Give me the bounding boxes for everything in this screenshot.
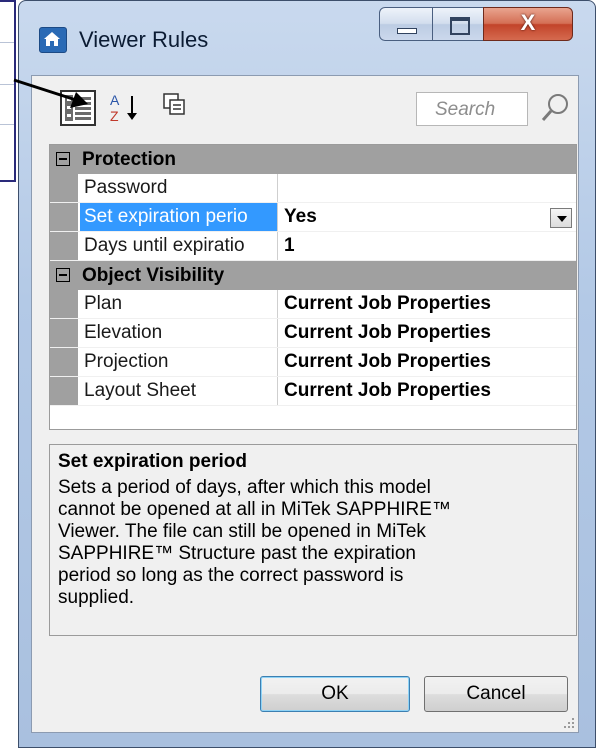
description-line: Viewer. The file can still be opened in … [58, 521, 426, 542]
row-gutter [50, 203, 78, 231]
property-value[interactable]: 1 [280, 232, 576, 260]
property-value[interactable]: Current Job Properties [280, 348, 576, 376]
sort-az-icon: A Z [110, 92, 137, 124]
cancel-button[interactable]: Cancel [424, 676, 568, 712]
property-value[interactable]: Yes [280, 203, 576, 231]
property-pages-icon [163, 93, 185, 115]
minimize-button[interactable] [379, 7, 433, 41]
category-label: Protection [82, 149, 176, 170]
category-row-object-visibility[interactable]: Object Visibility [50, 261, 576, 290]
row-gutter [50, 232, 78, 260]
row-gutter [50, 174, 78, 202]
property-name: Set expiration perio [80, 203, 278, 231]
property-row-password[interactable]: Password [50, 174, 576, 203]
property-row-elevation[interactable]: Elevation Current Job Properties [50, 319, 576, 348]
categorized-view-button[interactable] [60, 90, 96, 126]
title-bar[interactable]: Viewer Rules X [19, 1, 595, 73]
property-row-projection[interactable]: Projection Current Job Properties [50, 348, 576, 377]
alphabetical-sort-button[interactable]: A Z [108, 90, 144, 126]
property-row-set-expiration[interactable]: Set expiration perio Yes [50, 203, 576, 232]
window-title: Viewer Rules [79, 27, 209, 52]
property-value[interactable]: Current Job Properties [280, 319, 576, 347]
property-grid: Protection Password Set expiration perio… [49, 144, 577, 430]
description-line: Sets a period of days, after which this … [58, 477, 431, 498]
description-line: supplied. [58, 587, 135, 608]
description-title: Set expiration period [58, 451, 247, 472]
ok-button[interactable]: OK [260, 676, 410, 712]
description-line: SAPPHIRE™ Structure past the expiration [58, 543, 416, 564]
row-gutter [50, 377, 78, 405]
property-pages-button[interactable] [160, 90, 196, 126]
property-name: Layout Sheet [80, 377, 278, 405]
chevron-down-icon[interactable] [550, 208, 572, 228]
collapse-icon[interactable] [56, 152, 70, 166]
close-button[interactable]: X [483, 7, 573, 41]
search-input[interactable]: Search [416, 92, 528, 126]
search-placeholder: Search [435, 99, 496, 120]
category-row-protection[interactable]: Protection [50, 145, 576, 174]
home-icon [39, 27, 67, 53]
property-name: Elevation [80, 319, 278, 347]
close-icon: X [520, 10, 536, 35]
description-line: cannot be opened at all in MiTek SAPPHIR… [58, 499, 451, 520]
property-name: Days until expiratio [80, 232, 278, 260]
row-gutter [50, 290, 78, 318]
collapse-icon[interactable] [56, 268, 70, 282]
client-area: A Z Search Protection Password Set expir… [31, 75, 579, 733]
property-value[interactable] [280, 174, 576, 202]
svg-text:Z: Z [110, 108, 119, 124]
callout-rule [0, 84, 14, 85]
viewer-rules-dialog: Viewer Rules X A Z Search Protection Pas… [18, 0, 596, 748]
property-row-plan[interactable]: Plan Current Job Properties [50, 290, 576, 319]
row-gutter [50, 348, 78, 376]
description-line: period so long as the correct password i… [58, 565, 404, 586]
property-name: Projection [80, 348, 278, 376]
maximize-icon [450, 17, 470, 35]
property-name: Password [80, 174, 278, 202]
resize-grip-icon[interactable] [560, 714, 576, 730]
maximize-button[interactable] [432, 7, 484, 41]
callout-rule [0, 42, 14, 43]
callout-rule [0, 124, 14, 125]
property-name: Plan [80, 290, 278, 318]
property-row-days-until-expiration[interactable]: Days until expiratio 1 [50, 232, 576, 261]
property-row-layout-sheet[interactable]: Layout Sheet Current Job Properties [50, 377, 576, 406]
categorized-icon [65, 95, 91, 121]
minimize-icon [397, 28, 417, 34]
property-grid-toolbar: A Z Search [32, 76, 578, 136]
row-gutter [50, 319, 78, 347]
description-text: Sets a period of days, after which this … [58, 477, 568, 609]
category-label: Object Visibility [82, 265, 225, 286]
search-icon[interactable] [538, 90, 574, 126]
property-value[interactable]: Current Job Properties [280, 290, 576, 318]
description-panel: Set expiration period Sets a period of d… [49, 444, 577, 636]
property-value[interactable]: Current Job Properties [280, 377, 576, 405]
background-callout-box [0, 0, 16, 182]
svg-text:A: A [110, 92, 120, 108]
